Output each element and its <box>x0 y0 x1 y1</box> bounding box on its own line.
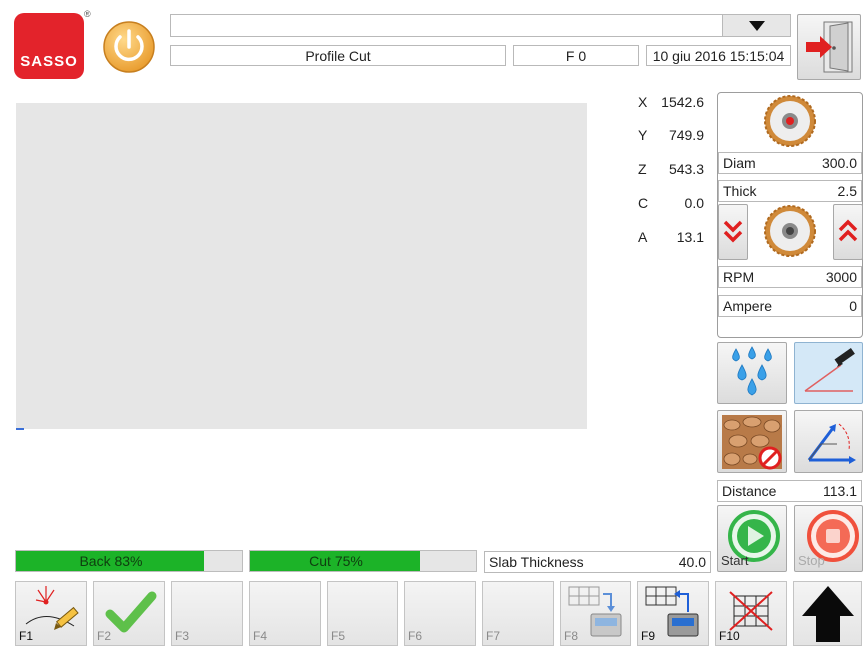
mode-label: Profile Cut <box>170 45 506 66</box>
distance-label: Distance <box>722 483 777 499</box>
f10-label: F10 <box>719 629 740 643</box>
arrow-up-icon <box>802 586 854 642</box>
ampere-row: Ampere 0 <box>718 295 862 317</box>
f2-confirm-button[interactable]: F2 <box>93 581 165 646</box>
stop-label: Stop <box>798 553 825 568</box>
diam-label: Diam <box>723 155 756 171</box>
start-button[interactable]: Start <box>717 505 787 572</box>
program-select[interactable] <box>170 14 791 37</box>
f6-label: F6 <box>408 629 423 643</box>
angle-axes-icon <box>807 423 856 464</box>
logo-text: SASSO <box>20 53 78 70</box>
blade-image <box>763 94 817 148</box>
coord-value: 1542.6 <box>661 94 704 110</box>
rpm-decrease-button[interactable] <box>718 204 748 260</box>
f9-save-button[interactable]: F9 <box>637 581 709 646</box>
rpm-label: RPM <box>723 269 755 285</box>
coord-axis-label: X <box>638 94 648 110</box>
datetime-label: 10 giu 2016 15:15:04 <box>646 45 791 66</box>
f3-button[interactable]: F3 <box>171 581 243 646</box>
f4-button[interactable]: F4 <box>249 581 321 646</box>
f4-label: F4 <box>253 629 268 643</box>
back-progress-bar: Back 83% <box>15 550 243 572</box>
f1-laser-button[interactable]: F1 <box>15 581 87 646</box>
coord-axis-label: C <box>638 195 649 211</box>
logo-registered-mark: ® <box>84 9 91 19</box>
thick-value: 2.5 <box>837 183 857 199</box>
preview-origin-marker <box>16 428 24 430</box>
coord-value: 749.9 <box>668 127 704 143</box>
back-progress-label: Back 83% <box>79 553 143 569</box>
f1-label: F1 <box>19 629 34 643</box>
double-chevron-down-icon <box>723 220 743 243</box>
feed-label: F 0 <box>513 45 639 66</box>
dropdown-button[interactable] <box>722 15 790 36</box>
cut-progress-bar: Cut 75% <box>249 550 477 572</box>
start-label: Start <box>721 553 749 568</box>
triangle-down-icon <box>748 20 765 31</box>
coord-a: A 13.1 <box>638 229 704 245</box>
f2-label: F2 <box>97 629 112 643</box>
slab-thickness-field[interactable]: Slab Thickness 40.0 <box>484 551 711 573</box>
slab-thickness-label: Slab Thickness <box>489 554 584 570</box>
saw-blade-icon <box>764 95 816 147</box>
up-arrow-button[interactable] <box>793 581 862 646</box>
f7-label: F7 <box>486 629 501 643</box>
rpm-increase-button[interactable] <box>833 204 863 260</box>
ampere-label: Ampere <box>723 298 773 314</box>
distance-row: Distance 113.1 <box>717 480 862 502</box>
coord-value: 13.1 <box>676 229 704 245</box>
power-icon <box>103 21 155 73</box>
water-drops-icon <box>732 346 772 396</box>
f3-label: F3 <box>175 629 190 643</box>
ampere-value: 0 <box>849 298 857 314</box>
sasso-logo: SASSO <box>14 13 84 79</box>
f8-label: F8 <box>564 629 579 643</box>
spindle-blade-icon <box>764 205 816 257</box>
cut-progress-label: Cut 75% <box>309 553 363 569</box>
distance-value: 113.1 <box>823 483 857 499</box>
exit-door-icon <box>806 21 853 73</box>
thick-label: Thick <box>723 183 757 199</box>
f10-clear-button[interactable]: F10 <box>715 581 787 646</box>
rpm-value: 3000 <box>825 269 857 285</box>
coord-value: 0.0 <box>684 195 704 211</box>
f5-button[interactable]: F5 <box>327 581 398 646</box>
coord-value: 543.3 <box>668 161 704 177</box>
slab-thickness-value: 40.0 <box>678 554 706 570</box>
water-button[interactable] <box>717 342 787 404</box>
spindle-image <box>763 204 817 258</box>
coord-c: C 0.0 <box>638 195 704 211</box>
f6-button[interactable]: F6 <box>404 581 476 646</box>
cut-preview-area[interactable] <box>16 103 587 429</box>
coord-y: Y 749.9 <box>638 127 704 143</box>
coord-x: X 1542.6 <box>638 94 704 110</box>
f5-label: F5 <box>331 629 346 643</box>
angle-measure-button[interactable] <box>794 410 863 473</box>
coord-axis-label: Z <box>638 161 647 177</box>
laser-line-button[interactable] <box>794 342 863 404</box>
stop-button[interactable]: Stop <box>794 505 863 572</box>
coord-axis-label: A <box>638 229 648 245</box>
thick-row: Thick 2.5 <box>718 180 862 202</box>
diam-row: Diam 300.0 <box>718 152 862 174</box>
rpm-row: RPM 3000 <box>718 266 862 288</box>
f7-button[interactable]: F7 <box>482 581 554 646</box>
coord-z: Z 543.3 <box>638 161 704 177</box>
f8-load-button[interactable]: F8 <box>560 581 631 646</box>
power-button[interactable] <box>102 20 156 74</box>
coord-axis-label: Y <box>638 127 648 143</box>
diam-value: 300.0 <box>821 155 857 171</box>
double-chevron-up-icon <box>838 219 858 242</box>
stone-surface-button[interactable] <box>717 410 787 473</box>
f9-label: F9 <box>641 629 656 643</box>
exit-button[interactable] <box>797 14 861 80</box>
stone-texture-no-icon <box>722 414 782 469</box>
laser-marker-icon <box>804 347 855 392</box>
